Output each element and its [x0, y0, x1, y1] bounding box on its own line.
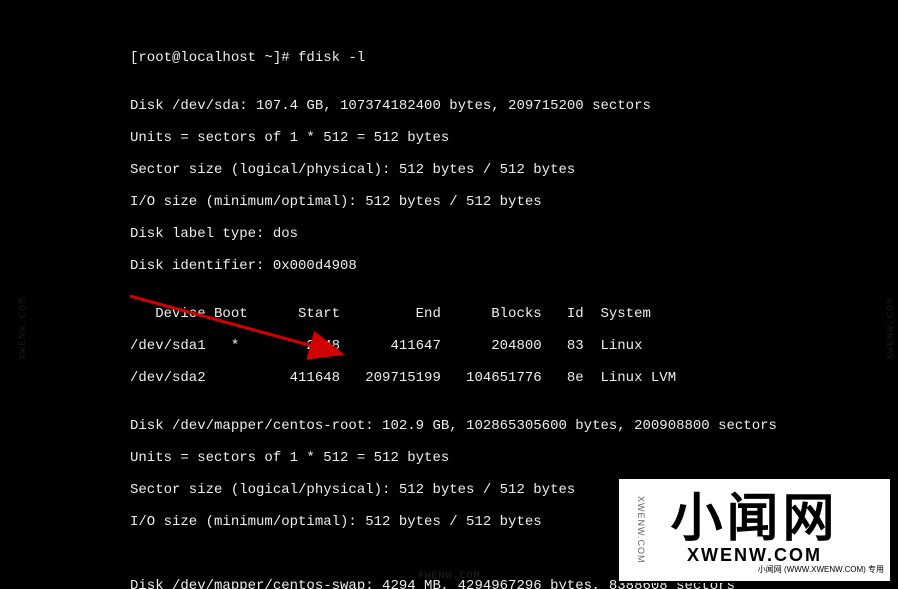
- watermark-stripe: XWENW.COM: [623, 483, 659, 577]
- table-row: /dev/sda1 * 2048 411647 204800 83 Linux: [130, 338, 777, 354]
- output-line: Disk label type: dos: [130, 226, 777, 242]
- background-watermark: XWENW.COM: [16, 297, 32, 360]
- output-line: Units = sectors of 1 * 512 = 512 bytes: [130, 450, 777, 466]
- output-line: Disk /dev/mapper/centos-root: 102.9 GB, …: [130, 418, 777, 434]
- table-header: Device Boot Start End Blocks Id System: [130, 306, 777, 322]
- output-line: Disk identifier: 0x000d4908: [130, 258, 777, 274]
- table-row: /dev/sda2 411648 209715199 104651776 8e …: [130, 370, 777, 386]
- background-watermark: XWENW.COM: [417, 569, 480, 585]
- output-line: Sector size (logical/physical): 512 byte…: [130, 162, 777, 178]
- watermark-footer: 小闻网 (WWW.XWENW.COM) 专用: [758, 562, 884, 578]
- background-watermark: XWENW.COM: [884, 297, 898, 360]
- watermark-title-cn: 小闻网: [670, 493, 838, 545]
- output-line: Disk /dev/sda: 107.4 GB, 107374182400 by…: [130, 98, 777, 114]
- output-line: I/O size (minimum/optimal): 512 bytes / …: [130, 194, 777, 210]
- prompt-line: [root@localhost ~]# fdisk -l: [130, 50, 777, 66]
- watermark-badge: XWENW.COM 小闻网 XWENW.COM 小闻网 (WWW.XWENW.C…: [617, 477, 892, 583]
- output-line: Units = sectors of 1 * 512 = 512 bytes: [130, 130, 777, 146]
- watermark-title-en: XWENW.COM: [687, 547, 822, 563]
